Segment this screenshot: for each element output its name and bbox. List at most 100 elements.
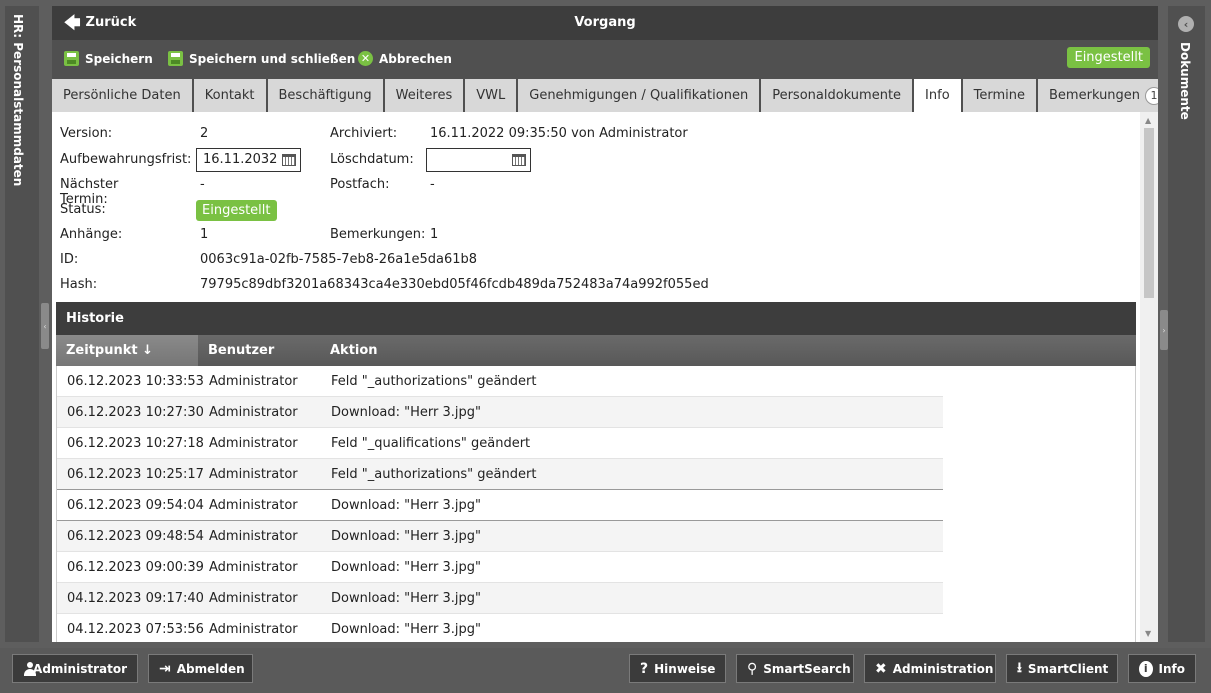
status-value-badge[interactable]: Eingestellt (196, 200, 277, 221)
tab-beschaeftigung[interactable]: Beschäftigung (267, 79, 383, 112)
vertical-scrollbar[interactable]: ▲ ▼ (1140, 112, 1158, 642)
user-cell: Administrator (209, 560, 298, 575)
column-header-user[interactable]: Benutzer (198, 335, 320, 366)
user-cell: Administrator (209, 374, 298, 389)
hash-label: Hash: (60, 277, 98, 292)
user-cell: Administrator (209, 467, 298, 482)
status-badge[interactable]: Eingestellt (1067, 47, 1150, 68)
calendar-icon[interactable] (512, 154, 526, 166)
save-and-close-button[interactable]: Speichern und schließen (168, 51, 355, 66)
tab-info[interactable]: Info (914, 79, 961, 112)
save-button[interactable]: Speichern (64, 51, 153, 66)
title-bar: 🡄 Zurück Vorgang (52, 6, 1158, 40)
tab-weiteres[interactable]: Weiteres (384, 79, 464, 112)
search-icon: ⚲ (747, 660, 758, 677)
remarks-value: 1 (430, 227, 439, 242)
status-label: Status: (60, 202, 106, 217)
smartclient-label: SmartClient (1027, 661, 1109, 676)
user-cell: Administrator (209, 529, 298, 544)
action-cell: Download: "Herr 3.jpg" (331, 529, 481, 544)
table-row[interactable]: 04.12.2023 09:17:40 Administrator Download… (57, 583, 943, 614)
download-icon: ⭳ (1017, 659, 1022, 676)
history-section-title: Historie (56, 302, 1136, 335)
smartsearch-button[interactable]: ⚲ SmartSearch (736, 654, 854, 683)
deletion-date-field[interactable] (426, 148, 531, 172)
action-cell: Feld "_qualifications" geändert (331, 436, 531, 451)
hash-value: 79795c89dbf3201a68343ca4e330ebd05f46fcdb… (200, 277, 709, 292)
tab-label: Persönliche Daten (63, 88, 181, 103)
column-header-timestamp[interactable]: Zeitpunkt ↓ (56, 335, 198, 366)
scroll-up-arrow-icon[interactable]: ▲ (1145, 116, 1151, 125)
logout-label: Abmelden (176, 661, 245, 676)
cancel-button[interactable]: ✕ Abbrechen (358, 51, 452, 66)
hints-button[interactable]: ? Hinweise (629, 654, 726, 683)
table-row[interactable]: 06.12.2023 10:27:30 Administrator Download… (57, 397, 943, 428)
user-button[interactable]: Administrator (12, 654, 138, 683)
tab-label: Info (925, 88, 950, 103)
user-cell: Administrator (209, 405, 298, 420)
user-cell: Administrator (209, 436, 298, 451)
tab-label: Bemerkungen (1049, 88, 1141, 103)
timestamp-cell: 04.12.2023 07:53:56 (67, 622, 204, 637)
version-label: Version: (60, 126, 113, 141)
left-side-panel[interactable]: HR: Personalstammdaten (5, 6, 39, 642)
user-label: Administrator (33, 661, 127, 676)
info-button[interactable]: i Info (1128, 654, 1196, 683)
deletion-label: Löschdatum: (330, 152, 414, 167)
history-table-header: Zeitpunkt ↓ Benutzer Aktion (56, 335, 1136, 366)
user-icon (23, 661, 37, 676)
column-header-action[interactable]: Aktion (320, 335, 1136, 366)
smartclient-button[interactable]: ⭳ SmartClient (1006, 654, 1118, 683)
scroll-down-arrow-icon[interactable]: ▼ (1145, 629, 1151, 638)
tab-personaldokumente[interactable]: Personaldokumente (761, 79, 913, 112)
tab-label: Personaldokumente (772, 88, 902, 103)
remarks-label: Bemerkungen: (330, 227, 426, 242)
timestamp-cell: 06.12.2023 09:54:04 (67, 498, 204, 513)
question-mark-icon: ? (640, 660, 649, 677)
tab-label: VWL (476, 88, 506, 103)
action-cell: Download: "Herr 3.jpg" (331, 622, 481, 637)
right-panel-collapse-handle[interactable]: › (1160, 310, 1168, 350)
tab-bemerkungen[interactable]: Bemerkungen 1 (1038, 79, 1158, 112)
mailbox-label: Postfach: (330, 177, 390, 192)
tab-termine[interactable]: Termine (962, 79, 1037, 112)
cancel-x-icon: ✕ (358, 51, 373, 66)
right-side-panel[interactable]: ‹ Dokumente (1168, 6, 1205, 642)
floppy-disk-close-icon (168, 51, 183, 66)
table-row[interactable]: 06.12.2023 09:48:54 Administrator Download… (57, 521, 943, 552)
tab-label: Genehmigungen / Qualifikationen (529, 88, 749, 103)
left-panel-label: HR: Personalstammdaten (11, 14, 25, 187)
retention-date-field[interactable]: 16.11.2032 (196, 148, 301, 172)
info-content: Version: 2 Archiviert: 16.11.2022 09:35:… (52, 112, 1139, 642)
toolbar: Speichern Speichern und schließen ✕ Abbr… (52, 40, 1158, 78)
page-title: Vorgang (574, 15, 636, 30)
tab-genehmigungen[interactable]: Genehmigungen / Qualifikationen (518, 79, 760, 112)
table-row[interactable]: 06.12.2023 10:25:17 Administrator Feld "_a… (57, 459, 943, 490)
id-label: ID: (60, 252, 79, 267)
expand-panel-icon[interactable]: ‹ (1178, 16, 1194, 32)
user-cell: Administrator (209, 591, 298, 606)
tab-persoenliche-daten[interactable]: Persönliche Daten (52, 79, 192, 112)
table-row[interactable]: 06.12.2023 09:00:39 Administrator Download… (57, 552, 943, 583)
table-row[interactable]: 06.12.2023 10:33:53 Administrator Feld "_a… (57, 366, 943, 397)
tab-vwl[interactable]: VWL (465, 79, 517, 112)
tab-label: Termine (973, 88, 1026, 103)
timestamp-cell: 06.12.2023 09:00:39 (67, 560, 204, 575)
tab-kontakt[interactable]: Kontakt (193, 79, 266, 112)
timestamp-cell: 06.12.2023 09:48:54 (67, 529, 204, 544)
table-row[interactable]: 06.12.2023 09:54:04 Administrator Download… (57, 490, 943, 521)
floppy-disk-icon (64, 51, 79, 66)
back-button[interactable]: 🡄 Zurück (64, 14, 136, 30)
attachments-label: Anhänge: (60, 227, 123, 242)
logout-button[interactable]: ⇥ Abmelden (148, 654, 253, 683)
scrollbar-thumb[interactable] (1144, 128, 1154, 298)
table-row[interactable]: 06.12.2023 10:27:18 Administrator Feld "_q… (57, 428, 943, 459)
save-label: Speichern (85, 51, 153, 66)
info-icon: i (1139, 660, 1153, 677)
administration-button[interactable]: ✖ Administration (864, 654, 996, 683)
next-date-value: - (200, 177, 205, 192)
history-table-body[interactable]: 06.12.2023 10:33:53 Administrator Feld "_a… (56, 366, 1136, 642)
table-row[interactable]: 04.12.2023 07:53:56 Administrator Download… (57, 614, 943, 642)
left-panel-collapse-handle[interactable]: ‹ (41, 303, 49, 349)
calendar-icon[interactable] (282, 154, 296, 166)
